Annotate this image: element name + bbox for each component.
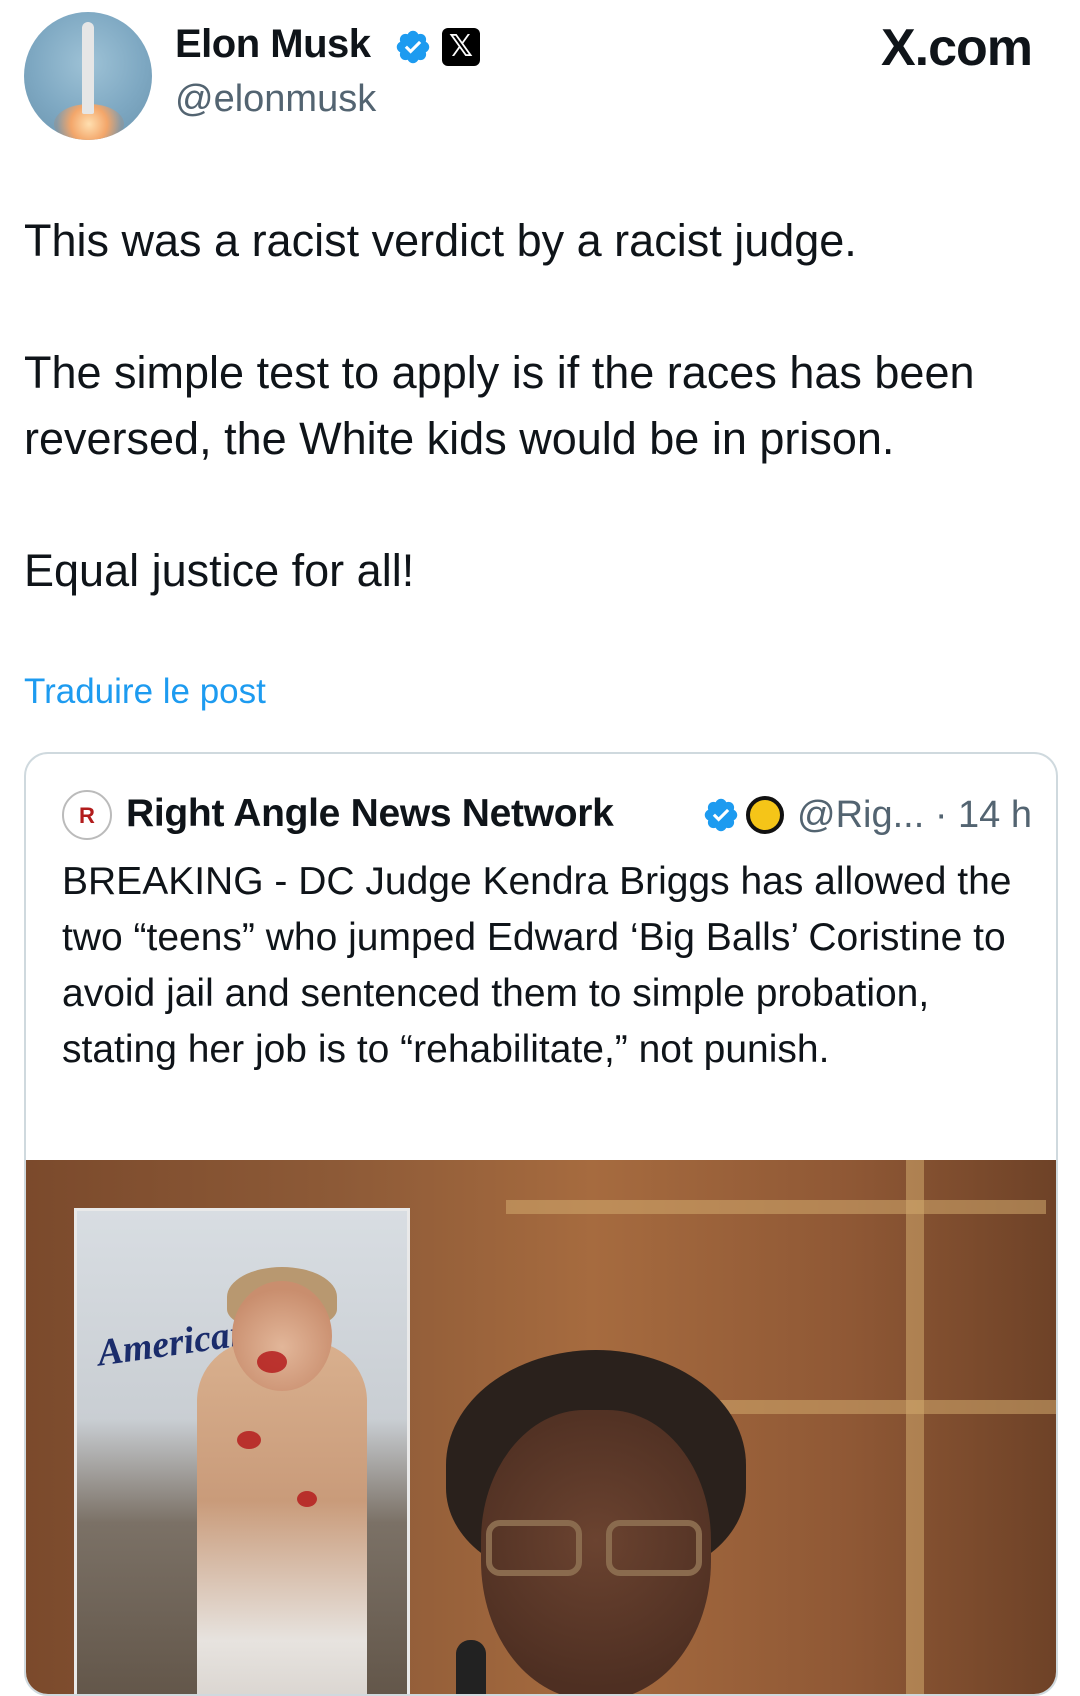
tweet-paragraph: Equal justice for all! [24,545,415,596]
author-handle[interactable]: @elonmusk [175,78,376,121]
head-shape [232,1281,332,1391]
rocket-icon [82,22,94,114]
author-name[interactable]: Elon Musk [175,22,371,67]
quoted-tweet-image[interactable]: American [26,1160,1056,1694]
tweet-paragraph: This was a racist verdict by a racist ju… [24,215,857,266]
quoted-handle-time: @Rig... · 14 h [797,794,1032,836]
glasses-icon [486,1520,706,1578]
verified-badge-icon [396,30,430,64]
x-affiliate-icon: 𝕏 [442,28,480,66]
translate-post-link[interactable]: Traduire le post [24,672,266,712]
quoted-account-name[interactable]: Right Angle News Network [126,792,614,836]
author-avatar[interactable] [24,12,152,140]
tweet-body: This was a racist verdict by a racist ju… [24,208,1054,670]
wood-panel-line [716,1400,1056,1414]
microphone-icon [456,1640,486,1694]
blood-mark [297,1491,317,1507]
quoted-tweet-text: BREAKING - DC Judge Kendra Briggs has al… [62,860,1012,1071]
injured-person-figure [197,1267,367,1694]
judge-figure [446,1350,746,1694]
site-logo: X.com [880,19,1033,77]
verified-badge-icon [704,798,738,832]
blood-mark [257,1351,287,1373]
tweet-paragraph: The simple test to apply is if the races… [24,347,975,464]
inset-photo: American [74,1208,410,1694]
wood-panel-line [506,1200,1046,1214]
quoted-tweet-card[interactable]: R Right Angle News Network @Rig... · 14 … [24,752,1058,1696]
wood-panel-line [906,1160,924,1694]
blood-mark [237,1431,261,1449]
quoted-tweet-header: R Right Angle News Network @Rig... · 14 … [62,790,1052,840]
affiliate-badge-icon [746,796,784,834]
quoted-account-logo[interactable]: R [62,790,112,840]
tweet-header: Elon Musk 𝕏 @elonmusk X.com [0,0,1080,150]
